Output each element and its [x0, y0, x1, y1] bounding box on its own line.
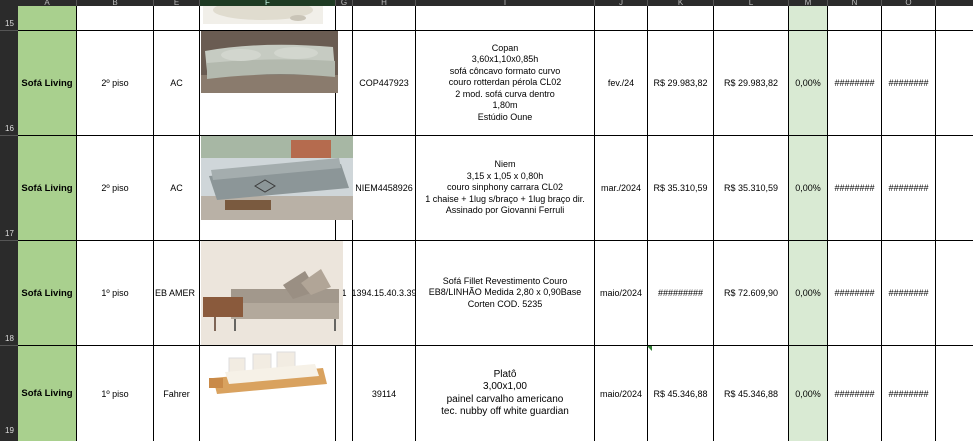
- cell-A19[interactable]: Sofá Living: [18, 346, 77, 441]
- cell-H15[interactable]: [353, 6, 416, 31]
- description-line: 3,15 x 1,05 x 0,80h: [466, 170, 544, 181]
- row-number: 16: [5, 124, 14, 133]
- cell-L16[interactable]: R$ 29.983,82: [714, 31, 789, 136]
- cell-N15[interactable]: [828, 6, 882, 31]
- cell-N18[interactable]: ########: [828, 241, 882, 346]
- cell-G16[interactable]: [336, 31, 353, 136]
- row-number: 15: [5, 19, 14, 28]
- cell-H16[interactable]: COP447923: [353, 31, 416, 136]
- description-line: EB8/LINHÃO Medida 2,80 x 0,90Base: [428, 287, 582, 298]
- cell-N16[interactable]: ########: [828, 31, 882, 136]
- cell-K15[interactable]: [648, 6, 714, 31]
- cell-L17[interactable]: R$ 35.310,59: [714, 136, 789, 241]
- cell-I19[interactable]: Platô 3,00x1,00 painel carvalho american…: [416, 346, 595, 441]
- row-header-15[interactable]: 15: [0, 6, 18, 31]
- description-line: Estúdio Oune: [477, 111, 533, 122]
- cell-E16[interactable]: AC: [154, 31, 200, 136]
- cell-M18[interactable]: 0,00%: [789, 241, 828, 346]
- cell-P17[interactable]: [936, 136, 973, 241]
- cell-P18[interactable]: [936, 241, 973, 346]
- cell-O18[interactable]: ########: [882, 241, 936, 346]
- cell-A16[interactable]: Sofá Living: [18, 31, 77, 136]
- row-header-19[interactable]: 19: [0, 346, 18, 441]
- cell-P15[interactable]: [936, 6, 973, 31]
- cell-L18[interactable]: R$ 72.609,90: [714, 241, 789, 346]
- sofa-image-row15[interactable]: [203, 6, 323, 24]
- cell-J16[interactable]: fev./24: [595, 31, 648, 136]
- cell-H18[interactable]: 1394.15.40.3.39: [353, 241, 416, 346]
- cell-B19[interactable]: 1º piso: [77, 346, 154, 441]
- row-number: 19: [5, 426, 14, 435]
- row-header-16[interactable]: 16: [0, 31, 18, 136]
- row-header-17[interactable]: 17: [0, 136, 18, 241]
- cell-B16[interactable]: 2º piso: [77, 31, 154, 136]
- description-line: 3,00x1,00: [483, 381, 527, 392]
- description-line: sofá côncavo formato curvo: [449, 65, 561, 76]
- cell-B18[interactable]: 1º piso: [77, 241, 154, 346]
- description-line: Assinado por Giovanni Ferruli: [445, 205, 565, 216]
- cell-I16[interactable]: Copan 3,60x1,10x0,85h sofá côncavo forma…: [416, 31, 595, 136]
- description-line: couro rotterdan pérola CL02: [448, 77, 562, 88]
- description-line: Sofá Fillet Revestimento Couro: [442, 275, 568, 286]
- cell-K16[interactable]: R$ 29.983,82: [648, 31, 714, 136]
- description-line: painel carvalho americano: [446, 393, 564, 405]
- sofa-image-plato[interactable]: [203, 348, 333, 408]
- sofa-image-fillet[interactable]: [201, 241, 343, 345]
- cell-E18[interactable]: EB AMER: [154, 241, 200, 346]
- description-line: tec. nubby off white guardian: [441, 406, 569, 417]
- cell-L15[interactable]: [714, 6, 789, 31]
- cell-O15[interactable]: [882, 6, 936, 31]
- description-line: couro sinphony carrara CL02: [446, 182, 564, 193]
- cell-B17[interactable]: 2º piso: [77, 136, 154, 241]
- cell-O16[interactable]: ########: [882, 31, 936, 136]
- cell-I15[interactable]: [416, 6, 595, 31]
- cell-G19[interactable]: [336, 346, 353, 441]
- description-line: 2 mod. sofá curva dentro: [455, 88, 555, 99]
- description-line: Copan: [491, 42, 519, 53]
- cell-K19[interactable]: R$ 45.346,88: [648, 346, 714, 441]
- cell-L19[interactable]: R$ 45.346,88: [714, 346, 789, 441]
- cell-E17[interactable]: AC: [154, 136, 200, 241]
- cell-M19[interactable]: 0,00%: [789, 346, 828, 441]
- cell-A18[interactable]: Sofá Living: [18, 241, 77, 346]
- comment-indicator-icon[interactable]: [647, 346, 652, 351]
- cell-J17[interactable]: mar./2024: [595, 136, 648, 241]
- cell-J19[interactable]: maio/2024: [595, 346, 648, 441]
- cell-P16[interactable]: [936, 31, 973, 136]
- cell-M16[interactable]: 0,00%: [789, 31, 828, 136]
- cell-J15[interactable]: [595, 6, 648, 31]
- cell-H19[interactable]: 39114: [353, 346, 416, 441]
- description-line: Niem: [494, 159, 516, 170]
- cell-K17[interactable]: R$ 35.310,59: [648, 136, 714, 241]
- cell-H17[interactable]: NIEM4458926: [353, 136, 416, 241]
- description-line: Platô: [493, 368, 517, 380]
- cell-E15[interactable]: [154, 6, 200, 31]
- cell-I17[interactable]: Niem 3,15 x 1,05 x 0,80h couro sinphony …: [416, 136, 595, 241]
- cell-O19[interactable]: ########: [882, 346, 936, 441]
- cell-O17[interactable]: ########: [882, 136, 936, 241]
- row-number: 17: [5, 229, 14, 238]
- cell-N19[interactable]: ########: [828, 346, 882, 441]
- cell-A17[interactable]: Sofá Living: [18, 136, 77, 241]
- cell-P19[interactable]: [936, 346, 973, 441]
- cell-J18[interactable]: maio/2024: [595, 241, 648, 346]
- cell-M15[interactable]: [789, 6, 828, 31]
- description-line: Corten COD. 5235: [467, 298, 543, 309]
- cell-G15[interactable]: [336, 6, 353, 31]
- cell-B15[interactable]: [77, 6, 154, 31]
- row-number: 18: [5, 334, 14, 343]
- description-line: 1,80m: [492, 100, 518, 111]
- cell-K18[interactable]: #########: [648, 241, 714, 346]
- cell-I18[interactable]: Sofá Fillet Revestimento Couro EB8/LINHÃ…: [416, 241, 595, 346]
- cell-A15[interactable]: [18, 6, 77, 31]
- description-line: 3,60x1,10x0,85h: [471, 54, 539, 65]
- sofa-image-copan[interactable]: [201, 31, 338, 93]
- cell-E19[interactable]: Fahrer: [154, 346, 200, 441]
- cell-N17[interactable]: ########: [828, 136, 882, 241]
- sofa-image-niem[interactable]: [201, 136, 353, 220]
- description-line: 1 chaise + 1lug s/braço + 1lug braço dir…: [425, 193, 585, 204]
- cell-M17[interactable]: 0,00%: [789, 136, 828, 241]
- row-header-18[interactable]: 18: [0, 241, 18, 346]
